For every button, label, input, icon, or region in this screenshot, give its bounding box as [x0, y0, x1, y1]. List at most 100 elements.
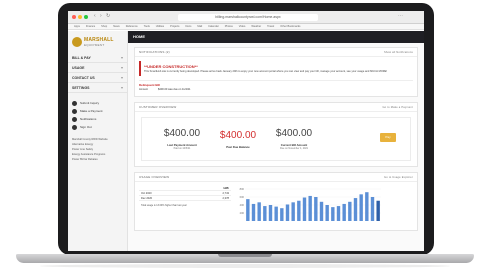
chevron-down-icon: ▾: [120, 55, 123, 60]
brand-sub: EQUIPMENT: [84, 43, 105, 47]
bookmark-item[interactable]: Video: [239, 24, 246, 29]
usage-bar[interactable]: [291, 202, 295, 222]
bookmark-item[interactable]: Shop: [101, 24, 107, 29]
usage-bar[interactable]: [336, 206, 341, 222]
usage-bar[interactable]: [319, 202, 324, 222]
usage-chart: 800 600 400 200: [235, 186, 413, 226]
table-cell: Oct 2020: [141, 191, 152, 195]
current-bill-amount: $400.00: [275, 128, 313, 140]
delinquent-label: Amount: [139, 88, 148, 92]
usage-bar[interactable]: [263, 206, 267, 222]
go-to-payment-link[interactable]: Go to Make a Payment: [382, 106, 413, 109]
bookmark-item[interactable]: Photos: [225, 24, 233, 29]
bookmark-item[interactable]: Mail: [197, 24, 202, 29]
back-icon[interactable]: ‹: [94, 13, 96, 19]
forward-icon[interactable]: ›: [100, 13, 102, 19]
sidebar-item-label: USAGE: [72, 65, 85, 70]
usage-bar[interactable]: [302, 197, 307, 222]
sidebar-item-contact-us[interactable]: CONTACT US ▾: [68, 73, 127, 83]
bookmark-item[interactable]: Projects: [170, 24, 179, 29]
bookmark-item[interactable]: Finance: [86, 24, 95, 29]
sign-out-link[interactable]: Sign Out: [68, 123, 127, 131]
past-due-label: Past Due Balance: [226, 144, 250, 149]
notice-title: **UNDER CONSTRUCTION**: [144, 64, 198, 69]
bookmark-item[interactable]: Tools: [144, 24, 150, 29]
usage-bar[interactable]: [365, 192, 369, 222]
pay-button[interactable]: Pay: [380, 133, 396, 143]
sidebar: MARSHALL EQUIPMENT BILL & PAY ▾ USAGE ▾ CO…: [68, 31, 128, 251]
notifications-card: NOTIFICATIONS (2) Show all Notifications…: [134, 47, 418, 98]
bookmark-item[interactable]: News: [113, 24, 120, 29]
usage-bar[interactable]: [314, 197, 318, 222]
bookmark-item[interactable]: Travel: [267, 24, 274, 29]
external-links: Marshall County RWD Website Alternative …: [68, 137, 127, 162]
y-tick-label: 800: [240, 187, 245, 191]
y-tick-label: 600: [240, 195, 245, 199]
usage-bar[interactable]: [274, 207, 278, 222]
maximize-window-icon[interactable]: [84, 15, 88, 19]
usage-bar[interactable]: [370, 197, 375, 222]
usage-bar[interactable]: [353, 198, 358, 222]
y-tick-label: 200: [240, 211, 245, 215]
usage-bar[interactable]: [268, 205, 273, 222]
last-payment-amount: $400.00: [163, 128, 201, 140]
usage-bar[interactable]: [297, 201, 301, 222]
usage-overview-card: USAGE OVERVIEW Go to Usage Explorer kWh …: [134, 172, 418, 232]
chevron-down-icon: ▾: [120, 75, 123, 80]
table-row: Dec 2020 2,378: [139, 196, 231, 202]
delinquent-title: Delinquent Bill: [139, 83, 160, 88]
sidebar-item-settings[interactable]: SETTINGS ▾: [68, 83, 127, 93]
current-bill: $400.00 Current Bill Amount Due on Novem…: [268, 128, 320, 150]
column-header: kWh: [223, 186, 229, 190]
bookmark-item[interactable]: Apps: [74, 24, 80, 29]
usage-bar[interactable]: [257, 202, 261, 222]
brand-logo[interactable]: MARSHALL EQUIPMENT: [68, 31, 127, 53]
table-cell: 2,743: [222, 191, 230, 195]
usage-bar[interactable]: [331, 207, 335, 222]
past-due-amount: $400.00: [219, 129, 257, 141]
show-all-notifications-link[interactable]: Show all Notifications: [384, 51, 413, 54]
go-to-usage-explorer-link[interactable]: Go to Usage Explorer: [384, 176, 413, 179]
page-title: HOME: [128, 31, 424, 43]
usage-bar[interactable]: [342, 204, 346, 222]
bookmark-item[interactable]: Docs: [185, 24, 191, 29]
sidebar-item-bill-pay[interactable]: BILL & PAY ▾: [68, 53, 127, 63]
close-window-icon[interactable]: [72, 15, 76, 19]
usage-footnote: Total usage is 13.00% higher than last y…: [141, 204, 187, 208]
sidebar-item-label: BILL & PAY: [72, 55, 91, 60]
url-bar[interactable]: billing.marshallcountyrwd.com/Home.aspx: [178, 14, 318, 21]
bookmark-item[interactable]: Calendar: [208, 24, 219, 29]
submit-inquiry-link[interactable]: Submit Inquiry: [68, 99, 127, 107]
bookmark-item[interactable]: Weather: [251, 24, 261, 29]
bookmark-item[interactable]: Utilities: [156, 24, 164, 29]
extensions-icon[interactable]: ⋯: [398, 13, 403, 19]
current-bill-due: Due on November 4, 2021: [279, 147, 309, 151]
customer-overview-card: CUSTOMER OVERVIEW Go to Make a Payment $…: [134, 102, 418, 168]
usage-bar[interactable]: [251, 204, 256, 222]
usage-bar[interactable]: [348, 202, 352, 222]
usage-bar[interactable]: [285, 204, 290, 222]
payment-icon: [72, 108, 77, 114]
table-cell: Dec 2020: [141, 196, 153, 200]
delinquent-bill: Delinquent Bill Amount $400.00 was due o…: [139, 80, 413, 91]
usage-bar[interactable]: [246, 199, 250, 222]
notifications-link[interactable]: Notifications: [68, 115, 127, 123]
usage-bar[interactable]: [280, 208, 284, 222]
sidebar-item-usage[interactable]: USAGE ▾: [68, 63, 127, 73]
usage-bar[interactable]: [325, 205, 329, 222]
chevron-down-icon: ▾: [120, 65, 123, 70]
last-payment-date: Paid on 10/5/21: [173, 147, 191, 151]
reload-icon[interactable]: ↻: [106, 13, 110, 19]
past-due: $400.00 Past Due Balance: [212, 130, 264, 149]
usage-bar[interactable]: [308, 196, 312, 222]
bookmark-item[interactable]: Reference: [126, 24, 138, 29]
minimize-window-icon[interactable]: [78, 15, 82, 19]
usage-bar[interactable]: [376, 201, 380, 222]
usage-bar[interactable]: [359, 194, 363, 222]
make-payment-link[interactable]: Make a Payment: [68, 107, 127, 115]
quick-label: Make a Payment: [80, 109, 103, 113]
notifications-title: NOTIFICATIONS (2): [139, 50, 170, 54]
y-tick-label: 400: [240, 203, 245, 207]
external-link[interactable]: Power Bizzar Rebates: [72, 157, 127, 162]
bookmark-item[interactable]: Other Bookmarks: [280, 24, 300, 29]
